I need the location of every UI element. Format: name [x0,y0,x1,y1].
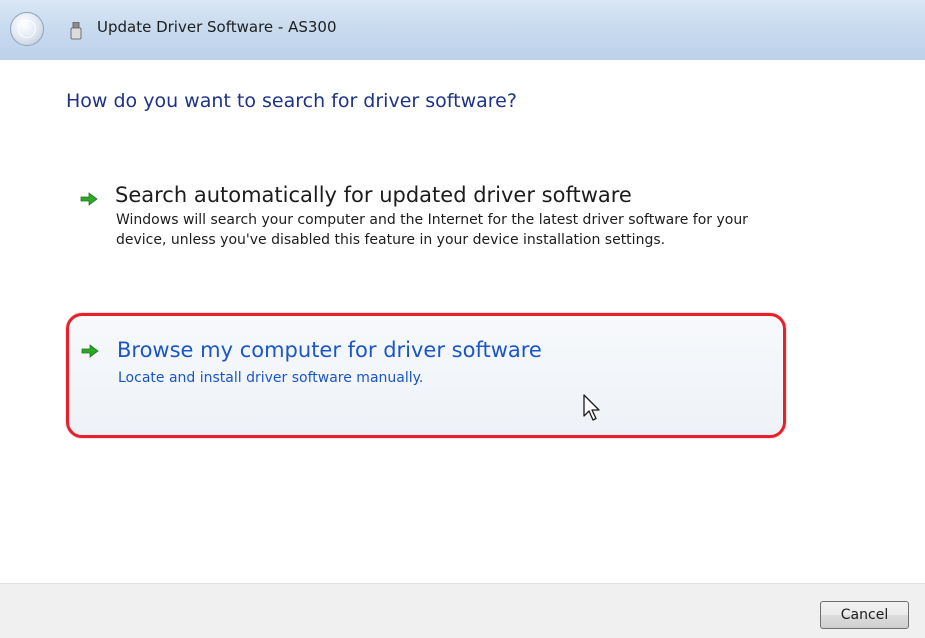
page-heading: How do you want to search for driver sof… [66,90,517,112]
option-description: Windows will search your computer and th… [116,212,748,248]
footer-bar: Cancel [0,583,925,638]
window-title: Update Driver Software - AS300 [97,18,337,36]
option-browse-computer[interactable]: Browse my computer for driver software L… [66,313,786,438]
option-search-automatically[interactable]: Search automatically for updated driver … [66,176,786,286]
usb-device-icon [70,22,82,40]
option-description: Locate and install driver software manua… [118,370,424,386]
mouse-pointer-icon [583,394,600,421]
green-arrow-icon [81,344,99,358]
option-title: Search automatically for updated driver … [115,183,632,207]
green-arrow-icon [80,192,98,206]
back-arrow-icon[interactable] [10,12,44,46]
option-title: Browse my computer for driver software [117,338,542,362]
title-bar: Update Driver Software - AS300 [0,0,925,60]
cancel-button[interactable]: Cancel [820,601,909,629]
